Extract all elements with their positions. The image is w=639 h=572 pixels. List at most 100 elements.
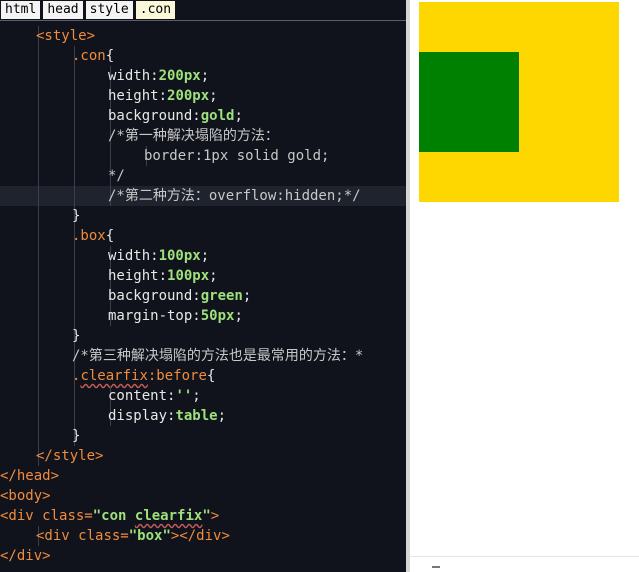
- preview-bottom-border: [410, 556, 639, 557]
- code-text: }: [72, 326, 80, 346]
- inner-box-green: [419, 52, 519, 152]
- indent-guide: [38, 206, 39, 226]
- code-area[interactable]: <style> .con{width:200px; height:200px; bac…: [0, 26, 406, 566]
- code-line[interactable]: background:gold;: [0, 106, 406, 126]
- code-text: <style>: [36, 26, 95, 46]
- code-line[interactable]: height:100px;: [0, 266, 406, 286]
- code-token: 200px: [167, 88, 210, 104]
- code-line[interactable]: /*第一种解决塌陷的方法：: [0, 126, 406, 146]
- code-text: /*第二种方法：overflow:hidden;*/: [108, 186, 361, 206]
- breadcrumb-con[interactable]: .con: [135, 1, 176, 19]
- indent-guide: [38, 46, 39, 66]
- code-token: height:: [108, 268, 168, 284]
- indent-guide: [74, 306, 75, 326]
- code-text: </style>: [36, 446, 103, 466]
- breadcrumb-style[interactable]: style: [85, 1, 133, 19]
- code-token: gold: [200, 108, 235, 124]
- code-line[interactable]: <div class="con clearfix">: [0, 506, 406, 526]
- code-token: background:: [108, 108, 201, 124]
- code-line[interactable]: .clearfix:before{: [0, 366, 406, 386]
- code-token: <div: [0, 508, 43, 524]
- code-token: ;: [200, 68, 210, 84]
- code-line[interactable]: height:200px;: [0, 86, 406, 106]
- code-text: <body>: [0, 486, 51, 506]
- indent-guide: [74, 406, 75, 426]
- code-token: '': [175, 388, 193, 404]
- breadcrumb-head[interactable]: head: [43, 1, 83, 19]
- code-token: >: [210, 508, 220, 524]
- code-line[interactable]: width:100px;: [0, 246, 406, 266]
- code-text: display:table;: [108, 406, 226, 426]
- code-token: /*第一种解决塌陷的方法：: [108, 128, 279, 144]
- code-text: background:gold;: [108, 106, 243, 126]
- code-token: :before: [147, 368, 207, 384]
- code-line[interactable]: /*第二种方法：overflow:hidden;*/: [0, 186, 406, 206]
- indent-guide: [38, 186, 39, 206]
- indent-guide: [110, 146, 111, 166]
- code-line[interactable]: .box{: [0, 226, 406, 246]
- code-line[interactable]: </head>: [0, 466, 406, 486]
- code-text: height:200px;: [108, 86, 218, 106]
- code-token: clearfix: [134, 508, 203, 524]
- code-token: }: [72, 428, 81, 444]
- code-text: }: [72, 206, 80, 226]
- code-line[interactable]: content:'';: [0, 386, 406, 406]
- code-text: .clearfix:before{: [72, 366, 215, 386]
- code-token: "box": [128, 528, 171, 544]
- code-token: ;: [234, 308, 243, 324]
- code-token: clearfix: [80, 368, 148, 384]
- indent-guide: [38, 146, 39, 166]
- code-line[interactable]: <style>: [0, 26, 406, 46]
- code-text: <div class="box"></div>: [36, 526, 230, 546]
- indent-guide: [38, 366, 39, 386]
- code-line[interactable]: border:1px solid gold;: [0, 146, 406, 166]
- code-text: </div>: [0, 546, 51, 566]
- code-line[interactable]: display:table;: [0, 406, 406, 426]
- breadcrumb-html[interactable]: html: [1, 1, 41, 19]
- code-line[interactable]: }: [0, 426, 406, 446]
- code-token: </head>: [0, 468, 60, 484]
- indent-guide: [38, 126, 39, 146]
- code-line[interactable]: .con{: [0, 46, 406, 66]
- code-line[interactable]: }: [0, 206, 406, 226]
- indent-guide: [38, 166, 39, 186]
- indent-guide: [38, 66, 39, 86]
- code-token: ></div>: [170, 528, 230, 544]
- indent-guide: [74, 286, 75, 306]
- code-line[interactable]: <div class="box"></div>: [0, 526, 406, 546]
- code-token: width:: [108, 248, 159, 264]
- code-text: height:100px;: [108, 266, 218, 286]
- code-line[interactable]: </style>: [0, 446, 406, 466]
- code-token: .box: [72, 228, 106, 244]
- code-token: content:: [108, 388, 176, 404]
- indent-guide: [38, 346, 39, 366]
- code-token: class=: [42, 508, 93, 524]
- code-token: */: [108, 168, 125, 184]
- code-token: </div>: [0, 548, 51, 564]
- indent-guide: [74, 186, 75, 206]
- indent-guide: [74, 66, 75, 86]
- code-line[interactable]: <body>: [0, 486, 406, 506]
- indent-guide: [38, 426, 39, 446]
- indent-guide: [38, 326, 39, 346]
- code-line[interactable]: }: [0, 326, 406, 346]
- indent-guide: [38, 246, 39, 266]
- code-text: width:100px;: [108, 246, 209, 266]
- indent-guide: [74, 386, 75, 406]
- code-text: background:green;: [108, 286, 251, 306]
- code-text: }: [72, 426, 80, 446]
- code-token: border:1px solid gold;: [144, 148, 330, 164]
- code-token: {: [105, 228, 115, 244]
- code-editor[interactable]: html head style .con <style> .con{width:2…: [0, 0, 406, 572]
- code-line[interactable]: */: [0, 166, 406, 186]
- preview-status-mark: [432, 566, 440, 568]
- breadcrumb-divider: [0, 20, 406, 21]
- code-line[interactable]: margin-top:50px;: [0, 306, 406, 326]
- code-token: 200px: [158, 68, 201, 84]
- code-line[interactable]: width:200px;: [0, 66, 406, 86]
- code-line[interactable]: background:green;: [0, 286, 406, 306]
- code-line[interactable]: </div>: [0, 546, 406, 566]
- code-token: .con: [72, 48, 106, 64]
- code-line[interactable]: /*第三种解决塌陷的方法也是最常用的方法：*: [0, 346, 406, 366]
- code-text: width:200px;: [108, 66, 209, 86]
